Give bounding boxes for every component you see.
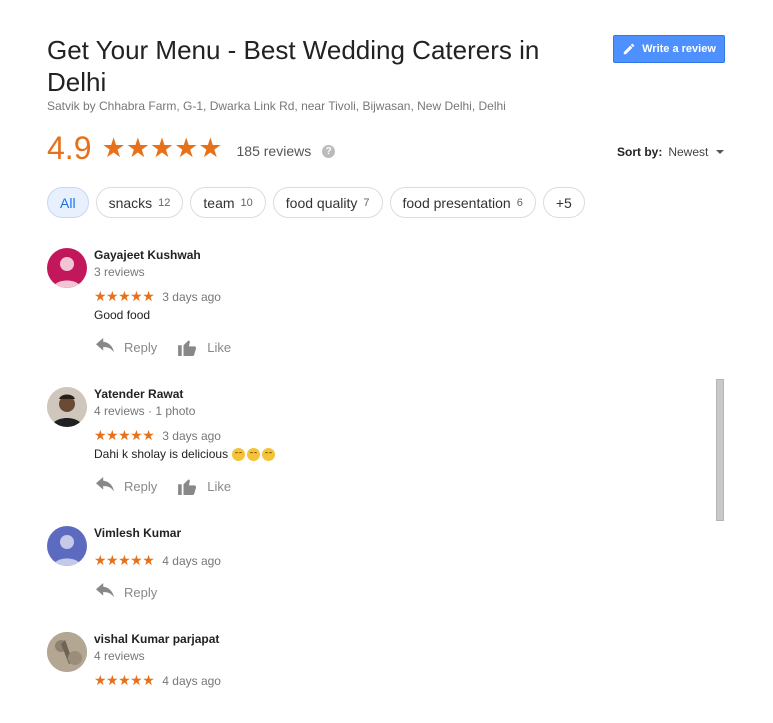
caret-down-icon [716,150,725,154]
chip-all[interactable]: All [47,187,89,218]
reply-button[interactable]: Reply [94,477,157,495]
review-rating-row: ★★★★★ 3 days ago [94,288,221,305]
reviewer-meta: 4 reviews [94,649,145,663]
sort-label: Sort by: [617,145,663,159]
review-text-row: Dahi k sholay is delicious [94,447,276,461]
like-label: Like [207,478,232,494]
chip-count: 10 [240,196,253,209]
person-icon [53,535,81,566]
chip-label: food presentation [402,194,511,211]
sort-value: Newest [668,145,709,159]
thumbs-up-icon [178,479,197,495]
reply-icon [96,583,114,598]
chip-label: snacks [108,194,153,211]
reviewer-name[interactable]: vishal Kumar parjapat [94,632,219,646]
review-count[interactable]: 185 reviews [237,143,312,159]
reviewer-name[interactable]: Yatender Rawat [94,387,183,401]
reviewer-name[interactable]: Vimlesh Kumar [94,526,181,540]
chip-count: 7 [363,196,370,209]
avatar[interactable] [47,632,87,672]
profile-photo [47,632,87,672]
reply-button[interactable]: Reply [94,338,157,356]
reply-label: Reply [124,339,158,355]
like-label: Like [207,339,232,355]
avatar[interactable] [47,248,87,288]
review-rating-row: ★★★★★ 4 days ago [94,552,221,569]
review-time: 4 days ago [162,553,221,568]
review-actions: Reply Like [94,477,231,495]
review-stars: ★★★★★ [94,427,155,443]
review-text: Good food [94,308,151,322]
chip-label: food quality [285,194,358,211]
chip-food-presentation[interactable]: food presentation 6 [389,187,536,218]
smile-emoji-icon [247,447,261,461]
chip-count: 12 [158,196,171,209]
chip-more[interactable]: +5 [542,187,585,218]
reviewer-meta: 3 reviews [94,265,145,279]
pencil-icon [623,43,635,55]
rating-summary: 4.9 ★★★★★ 185 reviews ? [47,128,336,168]
review-stars: ★★★★★ [94,288,155,304]
business-address: Satvik by Chhabra Farm, G-1, Dwarka Link… [47,99,506,113]
review-time: 3 days ago [162,289,221,304]
rating-stars: ★★★★★ [101,132,223,163]
chip-label: All [60,194,76,211]
page-title: Get Your Menu - Best Wedding Caterers in… [47,35,540,97]
reply-icon [96,338,114,353]
profile-photo [47,387,87,427]
sort-dropdown[interactable]: Sort by: Newest [617,145,725,159]
person-icon [53,257,81,288]
topic-filter-chips: All snacks 12 team 10 food quality 7 foo… [47,187,585,218]
average-rating: 4.9 [47,129,92,166]
like-button[interactable]: Like [177,338,231,356]
chip-count: 6 [516,196,523,209]
write-review-button[interactable]: Write a review [613,35,725,63]
smile-emoji-icon [262,447,276,461]
chip-label: +5 [555,194,572,211]
thumbs-up-icon [178,340,197,356]
reviewer-name[interactable]: Gayajeet Kushwah [94,248,201,262]
review-actions: Reply [94,583,157,601]
review-rating-row: ★★★★★ 4 days ago [94,672,221,689]
smile-emoji-icon [232,447,246,461]
review-actions: Reply Like [94,338,231,356]
like-button[interactable]: Like [177,477,231,495]
review-text: Dahi k sholay is delicious [94,447,229,461]
chip-team[interactable]: team 10 [190,187,266,218]
review-time: 3 days ago [162,428,221,443]
reviewer-meta: 4 reviews · 1 photo [94,404,196,418]
reply-label: Reply [124,584,158,600]
help-icon[interactable]: ? [322,144,336,158]
write-review-label: Write a review [642,43,716,55]
reply-label: Reply [124,478,158,494]
avatar[interactable] [47,387,87,427]
reply-icon [96,477,114,492]
chip-label: team [203,194,235,211]
chip-snacks[interactable]: snacks 12 [95,187,184,218]
chip-food-quality[interactable]: food quality 7 [272,187,383,218]
review-stars: ★★★★★ [94,672,155,688]
review-stars: ★★★★★ [94,552,155,568]
avatar[interactable] [47,526,87,566]
review-rating-row: ★★★★★ 3 days ago [94,427,221,444]
reply-button[interactable]: Reply [94,583,157,601]
review-time: 4 days ago [162,673,221,688]
scrollbar-thumb[interactable] [716,379,724,521]
